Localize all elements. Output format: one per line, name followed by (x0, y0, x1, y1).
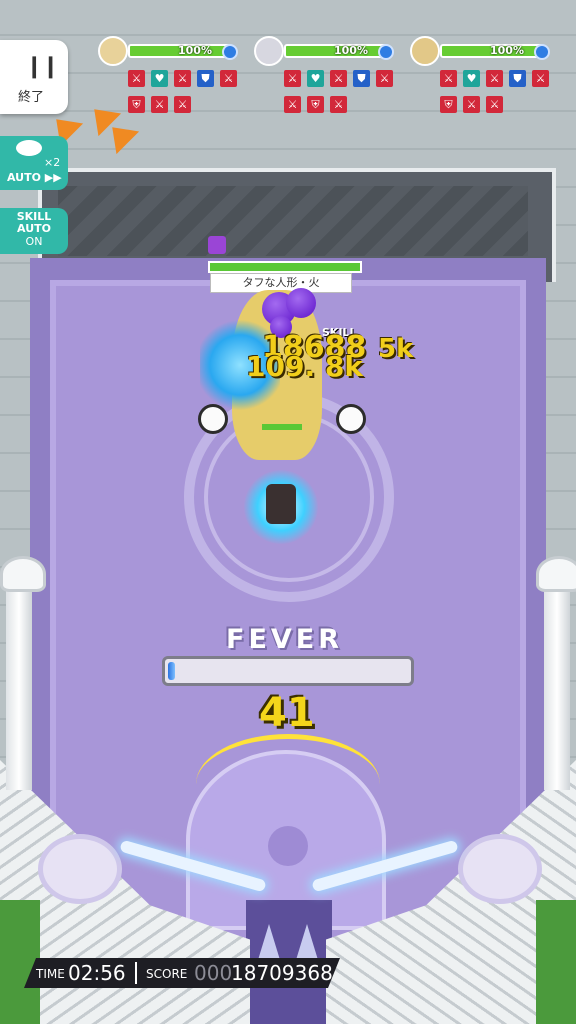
dark-orb (286, 288, 316, 318)
attack-down-icon: ⚔ (486, 96, 503, 113)
skill-orb-3 (534, 44, 550, 60)
attack-down-icon: ⚔ (330, 70, 347, 87)
shield-icon: ⛊ (197, 70, 214, 87)
launch-arc (196, 734, 380, 834)
hero-mini-hp (262, 424, 302, 430)
bumper-right (458, 834, 542, 904)
time-value: 02:56 (68, 961, 126, 985)
attack-down-icon: ⚔ (376, 70, 393, 87)
background-window (58, 186, 528, 256)
party-member-1: 100% ⚔ ♥ ⚔ ⛊ ⚔ ⛨ ⚔ ⚔ (98, 36, 248, 120)
attack-down-icon: ⚔ (440, 70, 457, 87)
lamp-left (0, 556, 46, 592)
heart-icon: ♥ (307, 70, 324, 87)
hero-ball (266, 484, 296, 524)
pause-button[interactable]: ❙❙ 終了 (0, 40, 68, 114)
skill-auto-line2: AUTO (17, 222, 51, 235)
attack-down-icon: ⚔ (284, 96, 301, 113)
attack-down-icon: ⚔ (532, 70, 549, 87)
hero-portrait-1 (98, 36, 128, 66)
divider (135, 962, 137, 984)
fever-gauge (162, 656, 414, 686)
attack-down-icon: ⚔ (220, 70, 237, 87)
boss-hp-fill (210, 263, 360, 271)
pillar-left (6, 580, 32, 790)
hp-text-2: 100% (334, 44, 368, 57)
attack-down-icon: ⚔ (330, 96, 347, 113)
shield-break-icon: ⛨ (307, 96, 324, 113)
spike-left (258, 924, 280, 960)
shield-break-icon: ⛨ (440, 96, 457, 113)
boss-hp-bar (208, 261, 362, 273)
hp-text-1: 100% (178, 44, 212, 57)
pause-icon: ❙❙ (25, 54, 60, 79)
score-label: SCORE (146, 967, 188, 981)
score-leading-zeros: 000 (194, 961, 233, 985)
fever-label: FEVER (226, 624, 344, 655)
pause-label: 終了 (18, 90, 45, 105)
shield-break-icon: ⛨ (128, 96, 145, 113)
attack-down-icon: ⚔ (486, 70, 503, 87)
auto-button[interactable]: ×2 AUTO ▶▶ (0, 136, 68, 190)
spike-right (296, 924, 318, 960)
skill-orb-1 (222, 44, 238, 60)
damage-number-tertiary: 5k (378, 334, 414, 364)
hero-portrait-3 (410, 36, 440, 66)
shield-icon: ⛊ (509, 70, 526, 87)
grass-right (536, 900, 576, 1024)
attack-down-icon: ⚔ (284, 70, 301, 87)
shield-icon: ⛊ (353, 70, 370, 87)
auto-label: AUTO ▶▶ (7, 171, 62, 184)
bumper-left (38, 834, 122, 904)
skill-orb-2 (378, 44, 394, 60)
pillar-right (544, 580, 570, 790)
hp-text-3: 100% (490, 44, 524, 57)
boss-fist-right (336, 404, 366, 434)
attack-down-icon: ⚔ (174, 70, 191, 87)
grass-left (0, 900, 40, 1024)
combo-counter: 41 (259, 690, 315, 736)
party-member-3: 100% ⚔ ♥ ⚔ ⛊ ⚔ ⛨ ⚔ ⚔ (410, 36, 560, 120)
attack-down-icon: ⚔ (128, 70, 145, 87)
lamp-right (536, 556, 576, 592)
auto-multiplier: ×2 (44, 156, 61, 169)
score-value: 18709368 (231, 961, 333, 985)
attack-down-icon: ⚔ (151, 96, 168, 113)
time-score-bar: TIME 02:56 SCORE 000 18709368 (24, 958, 340, 988)
skill-auto-button[interactable]: SKILL AUTO ON (0, 208, 68, 254)
heart-icon: ♥ (463, 70, 480, 87)
ball-icon (16, 140, 42, 156)
party-member-2: 100% ⚔ ♥ ⚔ ⛊ ⚔ ⚔ ⛨ ⚔ (254, 36, 404, 120)
heart-icon: ♥ (151, 70, 168, 87)
fire-element-icon (208, 236, 226, 254)
time-label: TIME (36, 967, 65, 981)
skill-auto-state: ON (25, 235, 43, 248)
boss-fist-left (198, 404, 228, 434)
hero-portrait-2 (254, 36, 284, 66)
attack-down-icon: ⚔ (174, 96, 191, 113)
damage-number-secondary: 109. 8k (246, 350, 363, 383)
fever-gauge-fill (168, 662, 176, 680)
attack-down-icon: ⚔ (463, 96, 480, 113)
